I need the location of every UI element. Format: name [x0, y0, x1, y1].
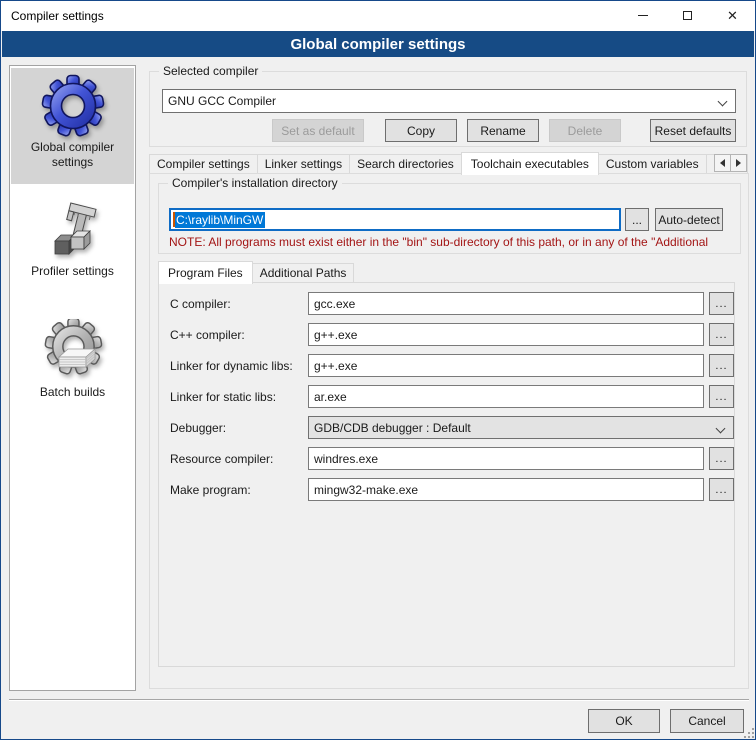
resize-grip[interactable]	[742, 726, 754, 738]
field-value: ar.exe	[314, 390, 347, 404]
window-controls: ✕	[620, 1, 755, 31]
field-label: Linker for static libs:	[170, 390, 308, 404]
field-value: mingw32-make.exe	[314, 483, 418, 497]
linker-dynamic-input[interactable]: g++.exe	[308, 354, 704, 377]
field-row-cpp-compiler: C++ compiler: g++.exe ...	[170, 323, 734, 346]
compiler-select-value: GNU GCC Compiler	[168, 94, 276, 108]
browse-button[interactable]: ...	[709, 478, 734, 501]
tab-program-files[interactable]: Program Files	[158, 261, 253, 284]
close-icon: ✕	[727, 9, 738, 22]
page-banner: Global compiler settings	[2, 31, 754, 57]
footer-divider	[9, 699, 749, 701]
c-compiler-input[interactable]: gcc.exe	[308, 292, 704, 315]
set-as-default-button: Set as default	[272, 119, 364, 142]
tab-additional-paths[interactable]: Additional Paths	[252, 263, 355, 283]
tab-scroll-arrows	[715, 154, 747, 172]
chevron-down-icon	[718, 97, 728, 107]
field-row-linker-static: Linker for static libs: ar.exe ...	[170, 385, 734, 408]
group-legend: Compiler's installation directory	[168, 176, 342, 190]
field-row-linker-dynamic: Linker for dynamic libs: g++.exe ...	[170, 354, 734, 377]
minimize-icon	[638, 15, 648, 16]
group-legend: Selected compiler	[159, 64, 262, 78]
sidebar-item-label: Profiler settings	[11, 262, 134, 285]
tab-compiler-settings[interactable]: Compiler settings	[149, 154, 258, 174]
tab-scroll-left-button[interactable]	[714, 154, 731, 172]
selected-path-text: C:\raylib\MinGW	[175, 212, 265, 228]
sidebar-item-label: Global compiler settings	[11, 138, 134, 176]
browse-button[interactable]: ...	[709, 385, 734, 408]
installation-directory-group: Compiler's installation directory C:\ray…	[158, 183, 741, 254]
field-label: Make program:	[170, 483, 308, 497]
note-text: NOTE: All programs must exist either in …	[169, 235, 735, 249]
field-row-debugger: Debugger: GDB/CDB debugger : Default	[170, 416, 734, 439]
cpp-compiler-input[interactable]: g++.exe	[308, 323, 704, 346]
copy-button[interactable]: Copy	[385, 119, 457, 142]
browse-button[interactable]: ...	[709, 354, 734, 377]
tab-custom-variables[interactable]: Custom variables	[598, 154, 707, 174]
compiler-select[interactable]: GNU GCC Compiler	[162, 89, 736, 113]
program-files-panel: C compiler: gcc.exe ... C++ compiler: g+…	[158, 282, 735, 667]
tab-linker-settings[interactable]: Linker settings	[257, 154, 350, 174]
arrow-left-icon	[720, 159, 725, 167]
window-title: Compiler settings	[1, 9, 104, 23]
field-value: windres.exe	[314, 452, 378, 466]
minimize-button[interactable]	[620, 1, 665, 30]
field-value: gcc.exe	[314, 297, 355, 311]
gray-gear-papers-icon	[11, 319, 134, 383]
field-label: Linker for dynamic libs:	[170, 359, 308, 373]
tab-toolchain-executables[interactable]: Toolchain executables	[461, 152, 599, 175]
sidebar-item-profiler-settings[interactable]: Profiler settings	[11, 198, 134, 285]
selected-compiler-group: Selected compiler GNU GCC Compiler Set a…	[149, 71, 747, 147]
browse-button[interactable]: ...	[709, 447, 734, 470]
delete-button: Delete	[549, 119, 621, 142]
page-title: Global compiler settings	[290, 36, 465, 53]
chevron-down-icon	[716, 424, 726, 434]
rename-button[interactable]: Rename	[467, 119, 539, 142]
browse-directory-button[interactable]: ...	[625, 208, 649, 231]
auto-detect-button[interactable]: Auto-detect	[655, 208, 723, 231]
sidebar-item-global-compiler-settings[interactable]: Global compiler settings	[11, 68, 134, 184]
field-row-c-compiler: C compiler: gcc.exe ...	[170, 292, 734, 315]
make-program-input[interactable]: mingw32-make.exe	[308, 478, 704, 501]
field-row-resource-compiler: Resource compiler: windres.exe ...	[170, 447, 734, 470]
field-value: g++.exe	[314, 328, 357, 342]
close-button[interactable]: ✕	[710, 1, 755, 30]
sidebar-item-batch-builds[interactable]: Batch builds	[11, 319, 134, 406]
browse-button[interactable]: ...	[709, 292, 734, 315]
caliper-cubes-icon	[11, 198, 134, 262]
toolchain-executables-page: Compiler's installation directory C:\ray…	[149, 173, 749, 689]
dialog-body: Global compiler settings	[1, 57, 756, 740]
compiler-settings-window: Compiler settings ✕ Global compiler sett…	[0, 0, 756, 740]
installation-directory-input[interactable]: C:\raylib\MinGW	[169, 208, 621, 231]
field-label: C++ compiler:	[170, 328, 308, 342]
tab-search-directories[interactable]: Search directories	[349, 154, 462, 174]
settings-tabstrip: Compiler settings Linker settings Search…	[149, 151, 749, 174]
arrow-right-icon	[736, 159, 741, 167]
field-value: GDB/CDB debugger : Default	[314, 421, 471, 435]
titlebar: Compiler settings ✕	[1, 1, 755, 31]
resource-compiler-input[interactable]: windres.exe	[308, 447, 704, 470]
settings-sidebar: Global compiler settings	[9, 65, 136, 691]
field-label: C compiler:	[170, 297, 308, 311]
cancel-button[interactable]: Cancel	[670, 709, 744, 733]
field-label: Resource compiler:	[170, 452, 308, 466]
maximize-button[interactable]	[665, 1, 710, 30]
tab-scroll-right-button[interactable]	[730, 154, 747, 172]
linker-static-input[interactable]: ar.exe	[308, 385, 704, 408]
sidebar-item-label: Batch builds	[11, 383, 134, 406]
maximize-icon	[683, 11, 692, 20]
field-row-make-program: Make program: mingw32-make.exe ...	[170, 478, 734, 501]
ok-button[interactable]: OK	[588, 709, 660, 733]
field-value: g++.exe	[314, 359, 357, 373]
browse-button[interactable]: ...	[709, 323, 734, 346]
program-tabstrip: Program Files Additional Paths	[158, 260, 353, 283]
debugger-select[interactable]: GDB/CDB debugger : Default	[308, 416, 734, 439]
blue-gear-icon	[11, 74, 134, 138]
reset-defaults-button[interactable]: Reset defaults	[650, 119, 736, 142]
field-label: Debugger:	[170, 421, 308, 435]
compiler-buttons: Set as default Copy Rename Delete Reset …	[162, 119, 736, 142]
